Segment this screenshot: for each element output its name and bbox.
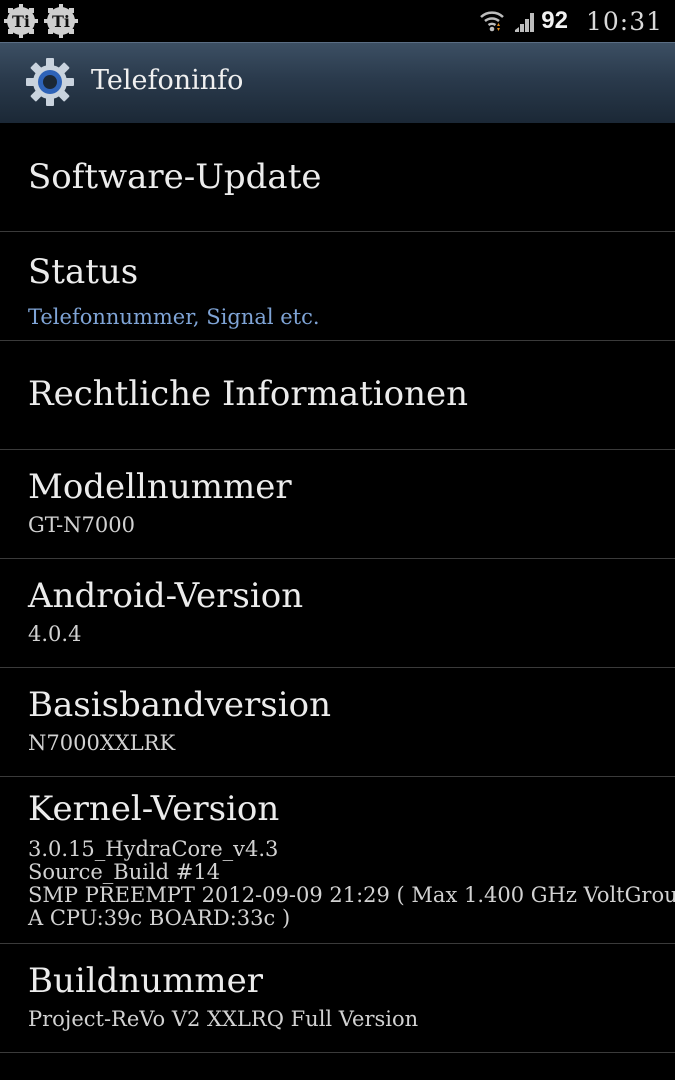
item-subtitle: 4.0.4 <box>28 622 82 646</box>
svg-text:Ti: Ti <box>52 12 70 31</box>
list-item-status[interactable]: Status Telefonnummer, Signal etc. <box>0 232 675 341</box>
item-title: Modellnummer <box>28 467 292 507</box>
item-subtitle: Telefonnummer, Signal etc. <box>28 305 320 329</box>
title-bar: Telefoninfo <box>0 42 675 123</box>
item-subtitle-line: A CPU:39c BOARD:33c ) <box>28 906 291 930</box>
list-item-baseband-version: Basisbandversion N7000XXLRK <box>0 668 675 777</box>
gear-icon <box>26 58 74 106</box>
list-item-kernel-version: Kernel-Version 3.0.15_HydraCore_v4.3 Sou… <box>0 777 675 944</box>
titanium-backup-icon: Ti <box>44 4 78 38</box>
clock: 10:31 <box>585 6 663 36</box>
item-title: Status <box>28 252 139 292</box>
item-subtitle: GT-N7000 <box>28 513 135 537</box>
item-title: Basisbandversion <box>28 685 331 725</box>
list-item-software-update[interactable]: Software-Update <box>0 123 675 232</box>
titanium-backup-icon: Ti <box>4 4 38 38</box>
wifi-icon <box>480 11 505 32</box>
page-title: Telefoninfo <box>91 65 244 96</box>
item-title: Software-Update <box>28 157 322 197</box>
list-item-android-version[interactable]: Android-Version 4.0.4 <box>0 559 675 668</box>
list-item-build-number: Buildnummer Project-ReVo V2 XXLRQ Full V… <box>0 944 675 1053</box>
settings-list: Software-Update Status Telefonnummer, Si… <box>0 123 675 1053</box>
item-title: Kernel-Version <box>28 789 280 829</box>
status-bar: Ti Ti 92 10:31 <box>0 0 675 42</box>
item-subtitle-line: 3.0.15_HydraCore_v4.3 <box>28 837 279 861</box>
svg-text:Ti: Ti <box>12 12 30 31</box>
item-title: Android-Version <box>28 576 304 616</box>
item-title: Buildnummer <box>28 961 264 1001</box>
item-subtitle-line: SMP PREEMPT 2012-09-09 21:29 ( Max 1.400… <box>28 883 675 907</box>
notification-area[interactable]: Ti Ti <box>4 4 78 38</box>
list-item-legal-information[interactable]: Rechtliche Informationen <box>0 341 675 450</box>
list-item-model-number: Modellnummer GT-N7000 <box>0 450 675 559</box>
signal-strength-icon <box>515 13 535 32</box>
battery-level: 92 <box>541 7 568 34</box>
item-title: Rechtliche Informationen <box>28 374 469 414</box>
item-subtitle-line: Source_Build #14 <box>28 860 221 884</box>
item-subtitle: Project-ReVo V2 XXLRQ Full Version <box>28 1007 419 1031</box>
item-subtitle: N7000XXLRK <box>28 731 176 755</box>
